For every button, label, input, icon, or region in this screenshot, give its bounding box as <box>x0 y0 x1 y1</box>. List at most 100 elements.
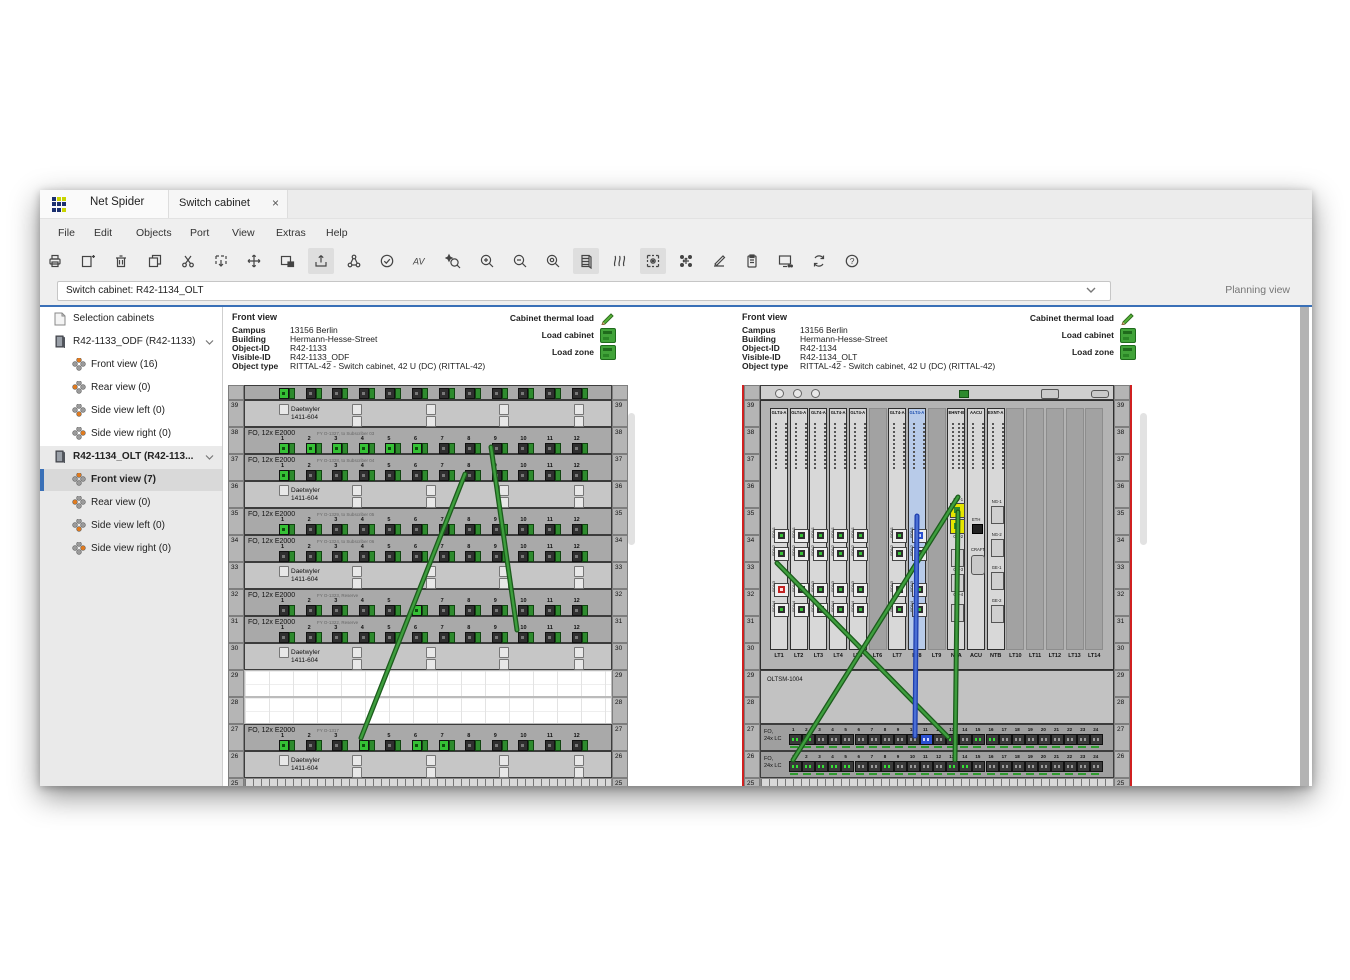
e2000-port[interactable] <box>359 443 369 454</box>
rack-row-u31-fo-panel[interactable]: FO, 12x E2000FY O-1322, Reserve123456789… <box>244 616 612 643</box>
pon-port-pon4[interactable] <box>892 603 907 617</box>
e2000-port[interactable] <box>306 470 316 481</box>
lc-port[interactable] <box>894 761 907 772</box>
e2000-port[interactable] <box>306 605 316 616</box>
e2000-port[interactable] <box>359 605 369 616</box>
tree-item-side-view-left-0[interactable]: Side view left (0) <box>40 400 222 422</box>
e2000-port[interactable] <box>412 632 422 643</box>
e2000-port[interactable] <box>518 524 528 535</box>
card-lt4[interactable]: GLT4-APON1PON2PON3PON4 <box>829 408 847 650</box>
e2000-port[interactable] <box>412 443 422 454</box>
e2000-port[interactable] <box>385 470 395 481</box>
e2000-port[interactable] <box>518 632 528 643</box>
lc-port[interactable] <box>1025 761 1038 772</box>
e2000-port[interactable] <box>332 605 342 616</box>
e2000-port[interactable] <box>279 388 289 399</box>
zoom-fit-button[interactable] <box>540 248 566 274</box>
e2000-port[interactable] <box>306 632 316 643</box>
e2000-port[interactable] <box>492 470 502 481</box>
port-ge-2[interactable] <box>950 519 965 534</box>
port-ge-2[interactable] <box>991 605 1004 623</box>
lc-port[interactable] <box>933 761 946 772</box>
e2000-port[interactable] <box>306 740 316 751</box>
port-craft[interactable] <box>971 555 985 575</box>
right-rack-scrollbar[interactable] <box>1140 413 1147 545</box>
e2000-port[interactable] <box>306 388 316 399</box>
lc-port[interactable] <box>881 761 894 772</box>
e2000-port[interactable] <box>332 443 342 454</box>
e2000-port[interactable] <box>492 443 502 454</box>
e2000-port[interactable] <box>572 443 582 454</box>
rack-row-u27-fo-panel[interactable]: FO, 12x E2000FY O-1317123456789101112 <box>244 724 612 751</box>
tree-chevron-icon[interactable] <box>205 339 214 346</box>
pon-port-pon2[interactable] <box>892 547 907 561</box>
e2000-port[interactable] <box>359 551 369 562</box>
slot-lt6-empty[interactable] <box>869 408 887 650</box>
pon-port-pon3[interactable] <box>892 583 907 597</box>
rack-row-u33-daetwyler[interactable]: Daetwyler1411-604 <box>244 562 612 589</box>
e2000-port[interactable] <box>279 740 289 751</box>
lc-port[interactable] <box>894 734 907 745</box>
e2000-port[interactable] <box>279 524 289 535</box>
e2000-port[interactable] <box>306 524 316 535</box>
e2000-port[interactable] <box>412 388 422 399</box>
e2000-port[interactable] <box>492 632 502 643</box>
e2000-port[interactable] <box>518 551 528 562</box>
tree-item-r42-1134-olt-r42-113[interactable]: R42-1134_OLT (R42-113... <box>40 446 222 468</box>
e2000-port[interactable] <box>385 605 395 616</box>
load-indicator-icon[interactable] <box>600 345 616 360</box>
rack-row-u37-fo-panel[interactable]: FO, 12x E2000FY O-1328, to Subscriber 04… <box>244 454 612 481</box>
image-lock-button[interactable] <box>274 248 300 274</box>
pon-port-pon4[interactable] <box>794 603 809 617</box>
pon-port-pon4[interactable] <box>774 603 789 617</box>
e2000-port[interactable] <box>332 388 342 399</box>
lc-port[interactable] <box>1025 734 1038 745</box>
help-button[interactable]: ? <box>839 248 865 274</box>
e2000-port[interactable] <box>439 605 449 616</box>
e2000-port[interactable] <box>572 388 582 399</box>
overview-grid-button[interactable] <box>640 248 666 274</box>
e2000-port[interactable] <box>306 551 316 562</box>
e2000-port[interactable] <box>359 388 369 399</box>
rack-row-u39-daetwyler[interactable]: Daetwyler1411-604 <box>244 400 612 427</box>
menu-edit[interactable]: Edit <box>88 224 118 242</box>
paste-region-button[interactable] <box>208 248 234 274</box>
lc-port[interactable] <box>1038 734 1051 745</box>
lc-port[interactable] <box>1077 734 1090 745</box>
new-document-button[interactable] <box>75 248 101 274</box>
e2000-port[interactable] <box>279 632 289 643</box>
rack-row-u32-fo-panel[interactable]: FO, 12x E2000FY O-1323, Reserve123456789… <box>244 589 612 616</box>
lc-port[interactable] <box>959 761 972 772</box>
card-lt5[interactable]: GLT4-APON1PON2PON3PON4 <box>849 408 867 650</box>
e2000-port[interactable] <box>439 740 449 751</box>
signal-trace-button[interactable] <box>606 248 632 274</box>
pon-port-pon3[interactable] <box>774 583 789 597</box>
card-lt3[interactable]: GLT4-APON1PON2PON3PON4 <box>809 408 827 650</box>
e2000-port[interactable] <box>279 443 289 454</box>
pon-port-pon1[interactable] <box>892 529 907 543</box>
tree-item-front-view-16[interactable]: Front view (16) <box>40 354 222 376</box>
lc-port[interactable] <box>946 734 959 745</box>
e2000-port[interactable] <box>359 470 369 481</box>
port-eth[interactable] <box>972 524 983 534</box>
delete-button[interactable] <box>108 248 134 274</box>
slot-lt13-empty[interactable] <box>1066 408 1084 650</box>
pon-port-pon4[interactable] <box>912 603 927 617</box>
e2000-port[interactable] <box>465 632 475 643</box>
e2000-port[interactable] <box>465 470 475 481</box>
slot-lt14-empty[interactable] <box>1085 408 1103 650</box>
olt-chassis[interactable]: GLT4-APON1PON2PON3PON4LT1GLT4-APON1PON2P… <box>760 400 1114 670</box>
e2000-port[interactable] <box>572 632 582 643</box>
rack-row-u40-partial[interactable] <box>244 385 612 400</box>
lc-port[interactable] <box>933 734 946 745</box>
e2000-port[interactable] <box>439 632 449 643</box>
lc-port[interactable] <box>1090 761 1103 772</box>
tree-item-side-view-right-0[interactable]: Side view right (0) <box>40 423 222 445</box>
pon-port-pon3[interactable] <box>794 583 809 597</box>
e2000-port[interactable] <box>439 524 449 535</box>
window-scrollbar[interactable] <box>1300 307 1309 786</box>
left-rack-scrollbar[interactable] <box>628 413 635 545</box>
e2000-port[interactable] <box>385 388 395 399</box>
e2000-port[interactable] <box>518 605 528 616</box>
pon-port-pon2[interactable] <box>813 547 828 561</box>
